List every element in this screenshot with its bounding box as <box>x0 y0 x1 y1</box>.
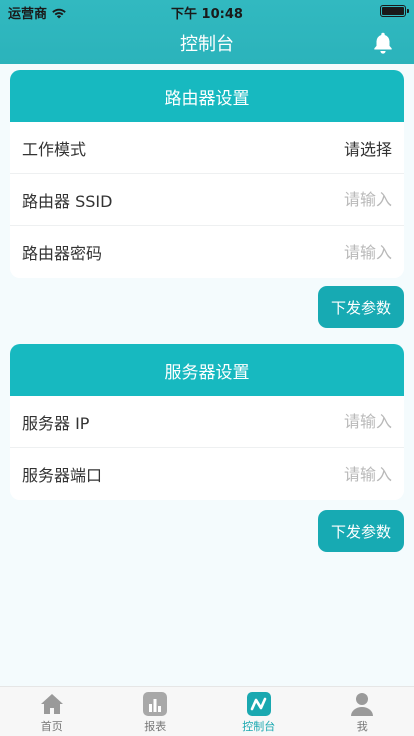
tab-console-label: 控制台 <box>242 720 276 733</box>
router-password-input[interactable] <box>232 242 392 262</box>
router-ssid-label: 路由器 SSID <box>22 191 113 211</box>
tab-console[interactable]: 控制台 <box>207 687 311 736</box>
work-mode-label: 工作模式 <box>22 139 87 159</box>
user-icon <box>351 693 374 716</box>
main-content: 路由器设置 工作模式 请选择 路由器 SSID 路由器密码 下发参数 服务器设置… <box>0 64 414 686</box>
status-bar: 运营商 下午 10:48 <box>0 0 414 22</box>
page-title: 控制台 <box>180 34 234 55</box>
server-send-button[interactable]: 下发参数 <box>318 510 404 552</box>
server-ip-label: 服务器 IP <box>22 413 90 433</box>
server-settings-card: 服务器设置 服务器 IP 服务器端口 <box>10 344 404 500</box>
chart-icon <box>143 692 168 716</box>
router-settings-card: 路由器设置 工作模式 请选择 路由器 SSID 路由器密码 <box>10 70 404 278</box>
server-port-input[interactable] <box>232 464 392 484</box>
battery-icon <box>380 5 409 17</box>
server-ip-input[interactable] <box>232 412 392 431</box>
tab-me-label: 我 <box>356 720 368 733</box>
home-icon <box>40 694 63 714</box>
tab-home-label: 首页 <box>40 720 63 733</box>
tab-me[interactable]: 我 <box>311 687 414 736</box>
tab-home[interactable]: 首页 <box>0 687 104 736</box>
server-ip-row: 服务器 IP <box>10 396 404 448</box>
tab-bar: 首页 报表 控制台 我 <box>0 686 414 736</box>
router-ssid-row: 路由器 SSID <box>10 174 404 226</box>
router-settings-header: 路由器设置 <box>10 70 404 122</box>
console-icon <box>246 692 271 716</box>
router-password-row: 路由器密码 <box>10 226 404 278</box>
tab-report-label: 报表 <box>144 720 167 733</box>
router-password-label: 路由器密码 <box>22 244 103 263</box>
server-port-row: 服务器端口 <box>10 448 404 500</box>
router-send-button[interactable]: 下发参数 <box>318 286 404 328</box>
server-port-label: 服务器端口 <box>22 466 103 485</box>
work-mode-select[interactable]: 请选择 <box>344 136 392 160</box>
tab-report[interactable]: 报表 <box>104 687 208 736</box>
bell-icon[interactable] <box>370 30 396 56</box>
router-ssid-input[interactable] <box>232 190 392 209</box>
server-settings-header: 服务器设置 <box>10 344 404 396</box>
work-mode-row[interactable]: 工作模式 请选择 <box>10 122 404 174</box>
navigation-bar: 运营商 下午 10:48 控制台 <box>0 0 414 64</box>
status-time: 下午 10:48 <box>171 7 243 22</box>
